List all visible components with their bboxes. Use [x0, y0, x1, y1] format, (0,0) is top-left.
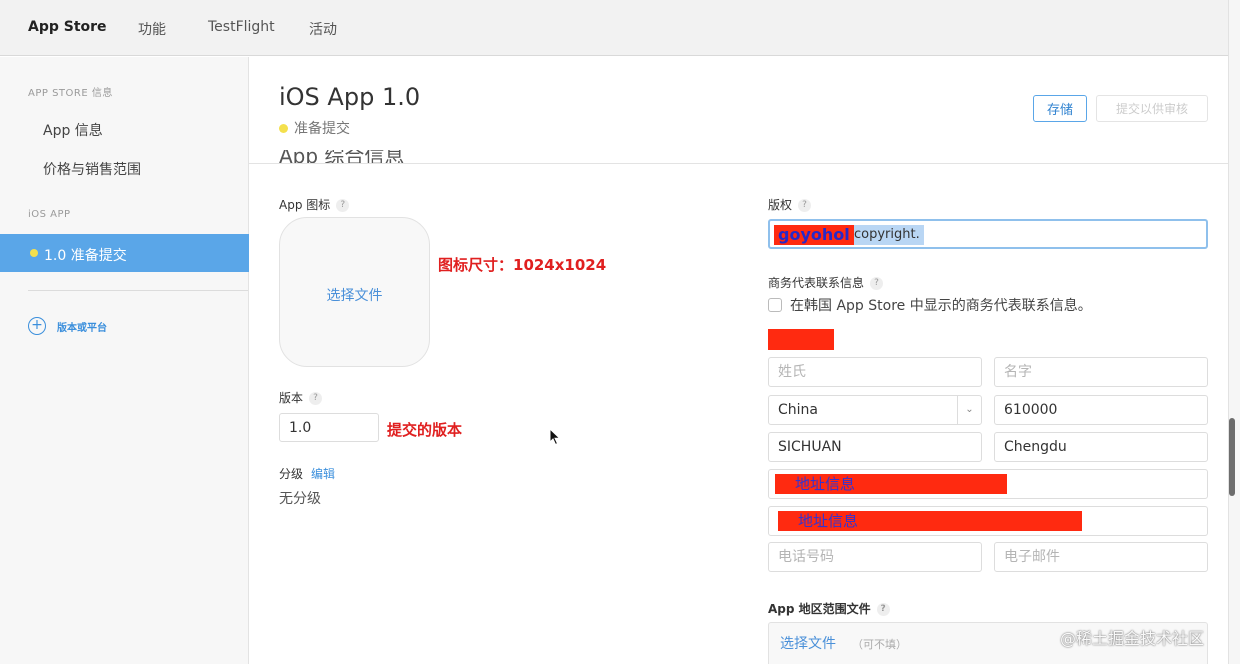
app-icon-dropzone[interactable]: 选择文件	[279, 217, 430, 367]
address-line-1-redacted: 地址信息	[775, 474, 1007, 494]
sidebar: APP STORE 信息 App 信息 价格与销售范围 iOS APP 1.0 …	[0, 57, 249, 664]
region-optional-hint: （可不填）	[852, 638, 907, 651]
status-dot-icon	[30, 249, 38, 257]
watermark: @稀土掘金技术社区	[1060, 629, 1205, 648]
version-label-text: 版本	[279, 391, 304, 405]
rating-row: 分级 编辑	[279, 465, 335, 482]
korea-display-checkbox-label: 在韩国 App Store 中显示的商务代表联系信息。	[790, 298, 1092, 314]
korea-display-checkbox[interactable]	[768, 298, 782, 312]
tab-activity[interactable]: 活动	[309, 19, 337, 39]
copyright-redacted-text: goyohol	[774, 225, 854, 245]
section-title: App 综合信息	[279, 150, 405, 163]
sidebar-section-ios-app: iOS APP	[28, 209, 71, 220]
business-rep-label: 商务代表联系信息?	[768, 274, 884, 291]
rating-edit-link[interactable]: 编辑	[311, 467, 335, 481]
icon-size-annotation: 图标尺寸：1024x1024	[438, 256, 607, 274]
address-line-2-redacted: 地址信息	[778, 511, 1082, 531]
plus-circle-icon: +	[28, 317, 46, 335]
scrollbar-track[interactable]	[1228, 0, 1240, 664]
help-icon[interactable]: ?	[309, 392, 323, 405]
country-select[interactable]: China ⌄	[768, 395, 982, 425]
app-icon-label: App 图标?	[279, 196, 350, 213]
help-icon[interactable]: ?	[870, 277, 884, 290]
redacted-name-block	[768, 329, 834, 350]
sidebar-item-app-info[interactable]: App 信息	[43, 120, 103, 140]
submit-for-review-button[interactable]: 提交以供审核	[1096, 95, 1208, 122]
address-line-1-field[interactable]: 地址信息	[768, 469, 1208, 499]
version-annotation: 提交的版本	[387, 421, 463, 439]
copyright-label: 版权?	[768, 196, 812, 213]
tab-testflight[interactable]: TestFlight	[208, 19, 275, 35]
country-value: China	[778, 402, 818, 418]
page-title: iOS App 1.0	[279, 83, 421, 111]
top-nav: App Store 功能 TestFlight 活动	[0, 0, 1228, 56]
app-icon-choose-file-link[interactable]: 选择文件	[280, 285, 429, 305]
region-choose-file-link[interactable]: 选择文件	[780, 633, 836, 653]
chevron-down-icon[interactable]: ⌄	[957, 396, 981, 424]
app-icon-label-text: App 图标	[279, 198, 331, 212]
region-file-label: App 地区范围文件?	[768, 600, 890, 617]
postal-code-field[interactable]: 610000	[994, 395, 1208, 425]
city-field[interactable]: Chengdu	[994, 432, 1208, 462]
mouse-cursor-icon	[549, 428, 561, 446]
region-file-label-text: App 地区范围文件	[768, 602, 871, 616]
add-version-label: 版本或平台	[57, 322, 107, 334]
sidebar-item-version-label: 1.0 准备提交	[44, 248, 127, 264]
sidebar-item-version[interactable]: 1.0 准备提交	[0, 234, 249, 272]
tab-features[interactable]: 功能	[138, 19, 166, 39]
save-button[interactable]: 存储	[1033, 95, 1087, 122]
version-input[interactable]	[279, 413, 379, 442]
add-version-button[interactable]: + 版本或平台	[28, 317, 107, 335]
business-rep-label-text: 商务代表联系信息	[768, 276, 865, 290]
scrollbar-thumb[interactable]	[1229, 418, 1235, 496]
status-dot-icon	[279, 123, 288, 133]
copyright-selected-text: copyright.	[854, 225, 924, 245]
header-divider	[249, 163, 1228, 164]
address-line-2-field[interactable]: 地址信息	[768, 506, 1208, 536]
rating-value: 无分级	[279, 491, 321, 507]
province-field[interactable]: SICHUAN	[768, 432, 982, 462]
korea-display-checkbox-row[interactable]: 在韩国 App Store 中显示的商务代表联系信息。	[768, 295, 1092, 315]
status-text: 准备提交	[294, 121, 350, 137]
status-badge: 准备提交	[279, 118, 350, 138]
help-icon[interactable]: ?	[876, 603, 890, 616]
copyright-input[interactable]: goyohol copyright.	[768, 219, 1208, 249]
sidebar-item-pricing[interactable]: 价格与销售范围	[43, 159, 141, 179]
sidebar-section-app-store: APP STORE 信息	[28, 88, 113, 99]
phone-field[interactable]: 电话号码	[768, 542, 982, 572]
first-name-field[interactable]: 名字	[994, 357, 1208, 387]
version-label: 版本?	[279, 389, 323, 406]
copyright-label-text: 版权	[768, 198, 793, 212]
help-icon[interactable]: ?	[798, 199, 812, 212]
rating-label: 分级	[279, 467, 304, 481]
help-icon[interactable]: ?	[336, 199, 350, 212]
last-name-field[interactable]: 姓氏	[768, 357, 982, 387]
section-title-clipped: App 综合信息	[279, 150, 479, 163]
email-field[interactable]: 电子邮件	[994, 542, 1208, 572]
tab-app-store[interactable]: App Store	[28, 19, 107, 35]
sidebar-divider	[28, 290, 248, 291]
